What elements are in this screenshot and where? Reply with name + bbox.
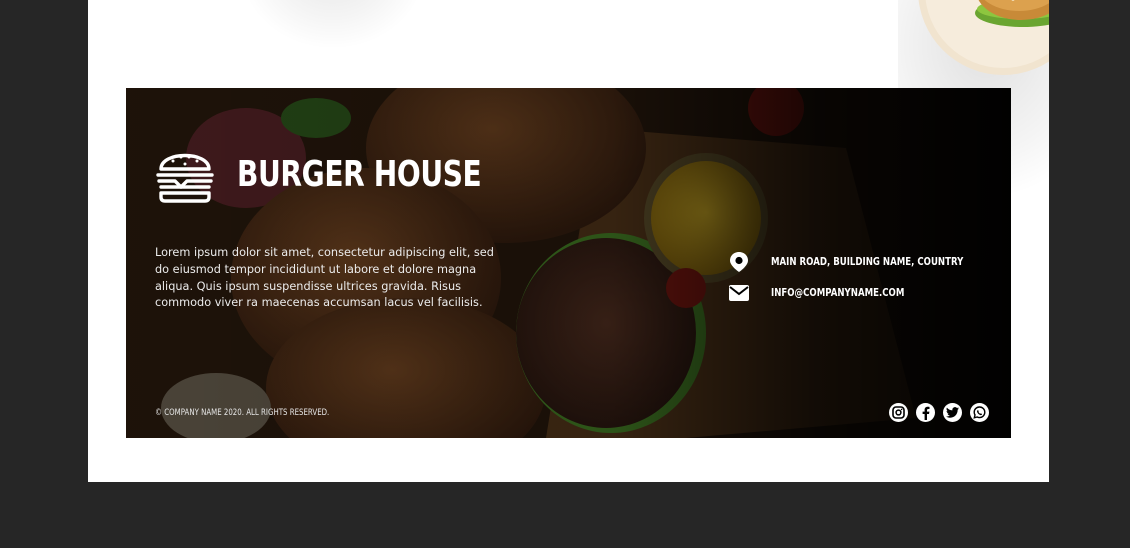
address-row: MAIN ROAD, BUILDING NAME, COUNTRY	[728, 246, 1011, 277]
burger-logo-icon	[156, 153, 214, 203]
email-link[interactable]: INFO@COMPANYNAME.COM	[771, 286, 904, 299]
footer-banner: BURGER HOUSE Lorem ipsum dolor sit amet,…	[126, 88, 1011, 438]
copyright-text: © COMPANY NAME 2020. ALL RIGHTS RESERVED…	[155, 408, 330, 418]
facebook-icon[interactable]	[916, 403, 935, 422]
contact-info: MAIN ROAD, BUILDING NAME, COUNTRY INFO@C…	[728, 246, 1011, 308]
whatsapp-icon[interactable]	[970, 403, 989, 422]
map-pin-icon	[728, 251, 750, 273]
page-canvas: BURGER HOUSE Lorem ipsum dolor sit amet,…	[88, 0, 1049, 482]
instagram-icon[interactable]	[889, 403, 908, 422]
address-text: MAIN ROAD, BUILDING NAME, COUNTRY	[771, 255, 964, 268]
burger-plate-image	[918, 0, 1049, 75]
plate-shadow	[238, 0, 428, 50]
envelope-icon	[728, 282, 750, 304]
social-links	[889, 403, 989, 422]
brand-name: BURGER HOUSE	[237, 153, 482, 195]
footer-description: Lorem ipsum dolor sit amet, consectetur …	[155, 246, 494, 310]
logo[interactable]: BURGER HOUSE	[155, 143, 550, 205]
email-row[interactable]: INFO@COMPANYNAME.COM	[728, 277, 1011, 308]
twitter-icon[interactable]	[943, 403, 962, 422]
